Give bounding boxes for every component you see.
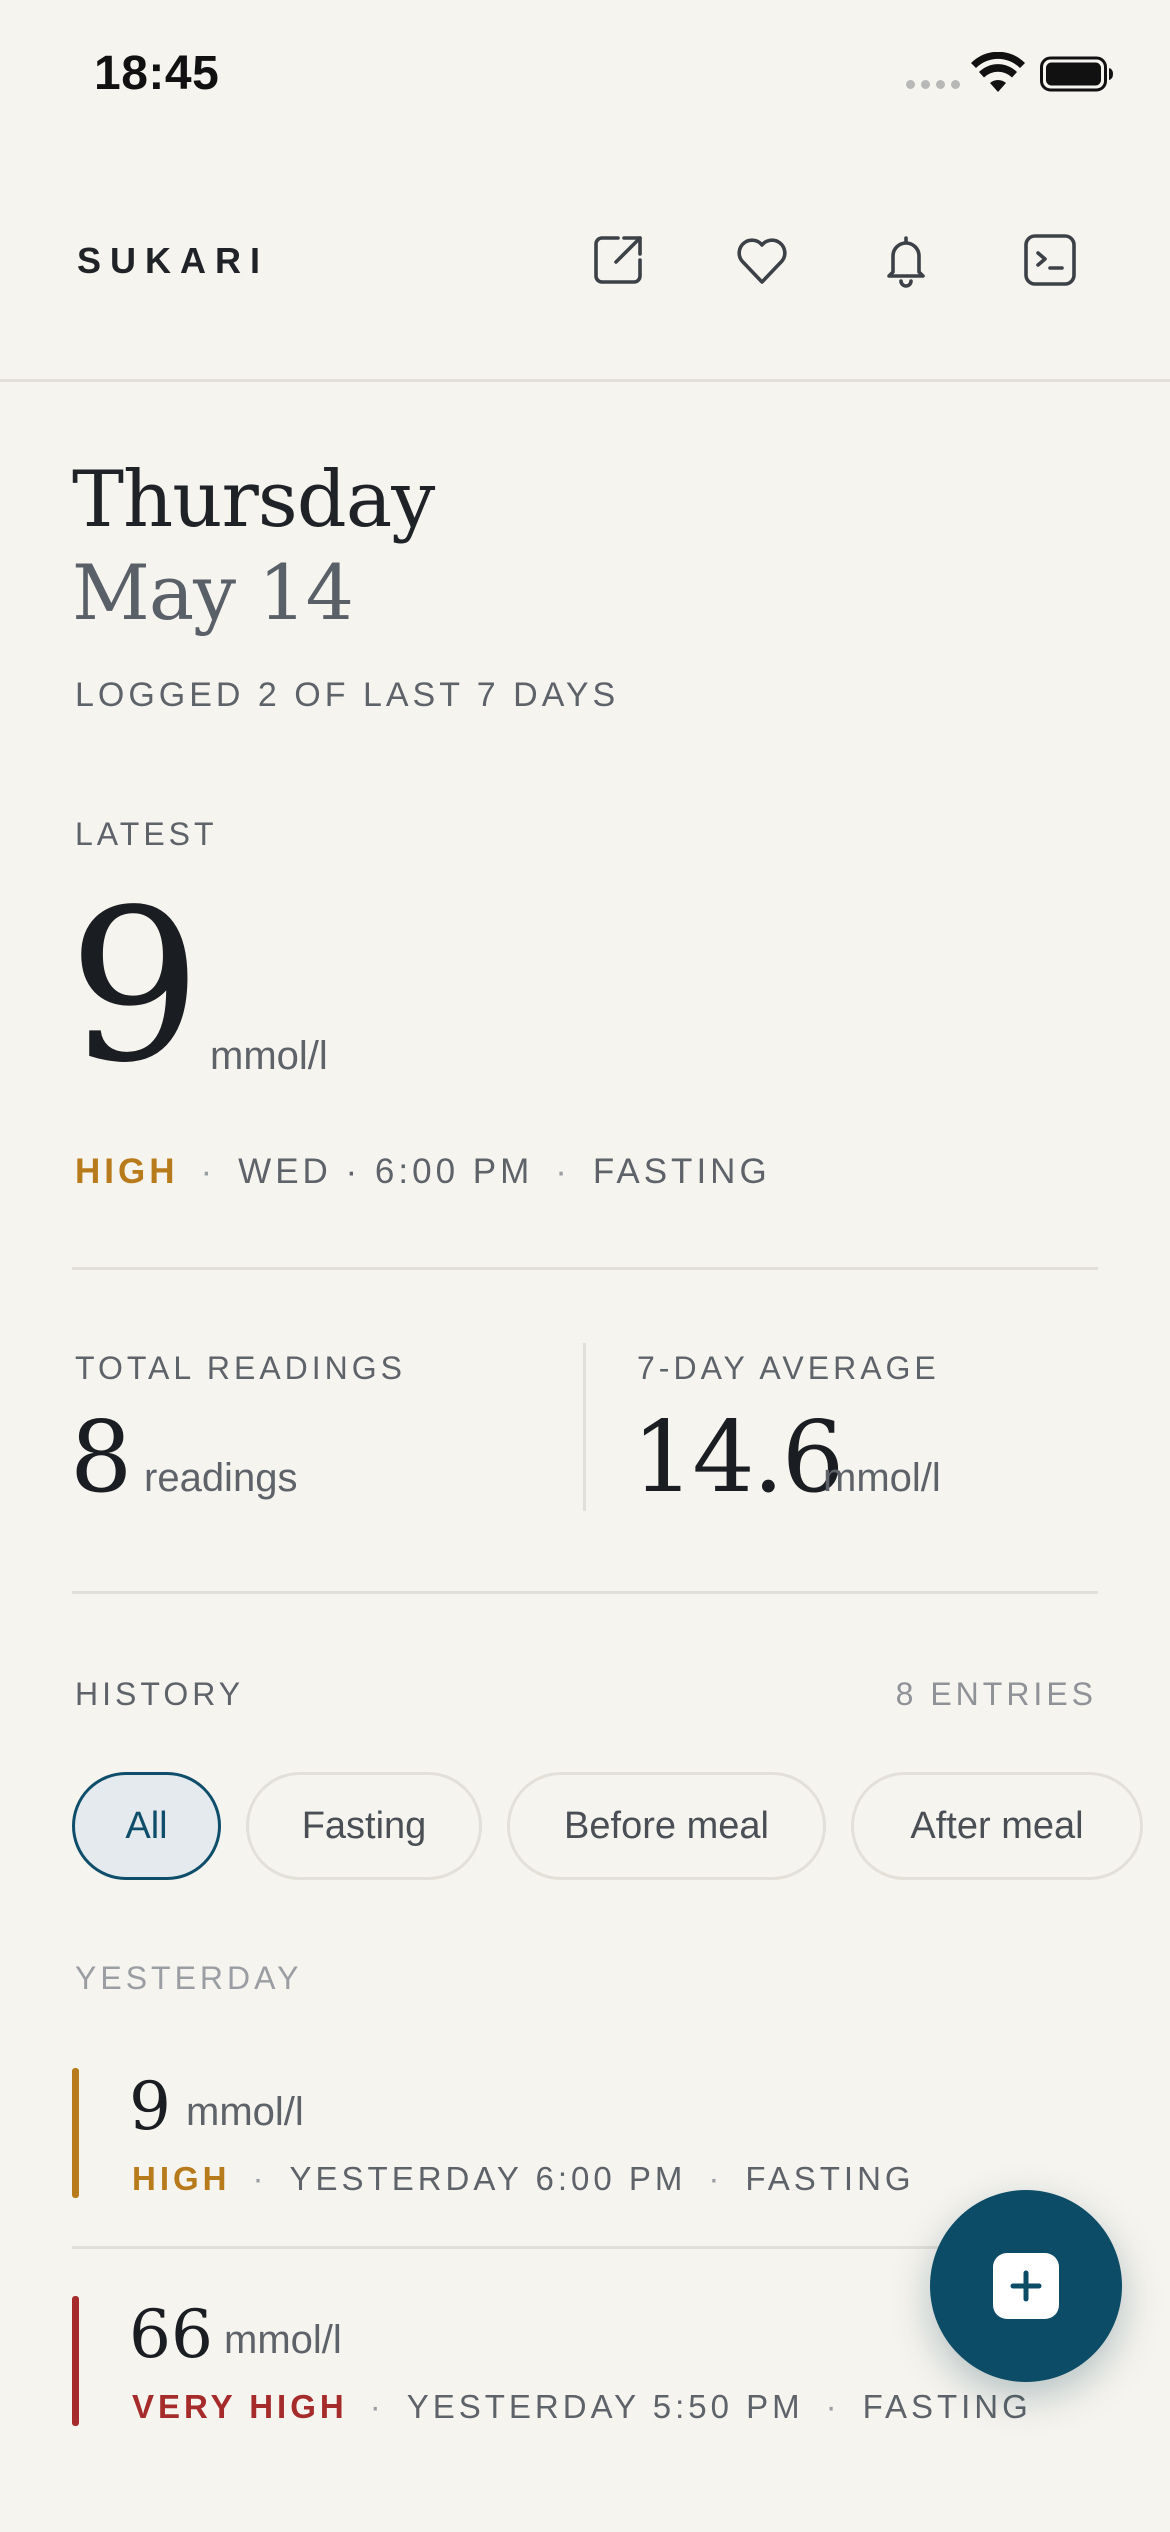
plus-square-icon [993,2253,1059,2319]
latest-value: 9 [68,864,202,1109]
cellular-signal-icon [906,80,960,89]
total-readings-label: TOTAL READINGS [75,1350,407,1386]
entry-level: HIGH [132,2160,231,2197]
filter-chip-before-meal[interactable]: Before meal [507,1772,826,1880]
latest-label: LATEST [75,816,218,852]
logged-summary: LOGGED 2 OF LAST 7 DAYS [75,676,620,714]
filter-chip-fasting[interactable]: Fasting [246,1772,482,1880]
divider [72,1591,1098,1594]
latest-meta: HIGH · WED · 6:00 PM · FASTING [75,1152,771,1191]
entry-meta: HIGH · YESTERDAY 6:00 PM · FASTING [132,2160,915,2197]
entry-time: YESTERDAY 5:50 PM [406,2388,804,2425]
latest-level-badge: HIGH [75,1152,179,1191]
entry-context: FASTING [745,2160,915,2197]
app-header: SUKARI [0,190,1170,382]
entry-unit: mmol/l [224,2318,342,2362]
entry-level: VERY HIGH [132,2388,348,2425]
status-time: 18:45 [94,47,220,100]
share-icon[interactable] [586,228,650,292]
battery-icon [1040,56,1113,92]
entry-meta: VERY HIGH · YESTERDAY 5:50 PM · FASTING [132,2388,1032,2425]
date-title: May 14 [72,548,354,637]
average-label: 7-DAY AVERAGE [637,1350,940,1386]
status-bar: 18:45 [0,0,1170,150]
level-indicator-bar [72,2296,79,2426]
filter-chip-after-meal[interactable]: After meal [851,1772,1143,1880]
entry-value: 9 [129,2068,171,2145]
average-value: 14.6 [632,1401,844,1515]
average-unit: mmol/l [823,1456,941,1500]
total-readings-value: 8 [70,1401,132,1515]
add-reading-button[interactable] [930,2190,1122,2382]
entry-context: FASTING [862,2388,1032,2425]
wifi-icon [971,52,1025,92]
stats-separator [583,1343,586,1511]
bell-icon[interactable] [874,228,938,292]
weekday-title: Thursday [72,455,435,545]
entry-value: 66 [129,2296,213,2373]
latest-unit: mmol/l [210,1034,328,1078]
history-label: HISTORY [75,1676,245,1712]
total-readings-unit: readings [144,1456,298,1500]
heart-icon[interactable] [730,228,794,292]
divider [72,1267,1098,1270]
entries-count: 8 ENTRIES [895,1676,1097,1712]
history-group-label: YESTERDAY [75,1960,303,1996]
filter-chip-all[interactable]: All [72,1772,221,1880]
latest-context: FASTING [592,1152,771,1191]
level-indicator-bar [72,2068,79,2198]
latest-day-time: WED · 6:00 PM [238,1152,534,1191]
entry-unit: mmol/l [186,2090,304,2134]
terminal-icon[interactable] [1018,228,1082,292]
entry-time: YESTERDAY 6:00 PM [289,2160,687,2197]
app-brand: SUKARI [77,240,270,281]
history-entry[interactable]: 9 mmol/l HIGH · YESTERDAY 6:00 PM · FASTING [72,2068,1098,2198]
